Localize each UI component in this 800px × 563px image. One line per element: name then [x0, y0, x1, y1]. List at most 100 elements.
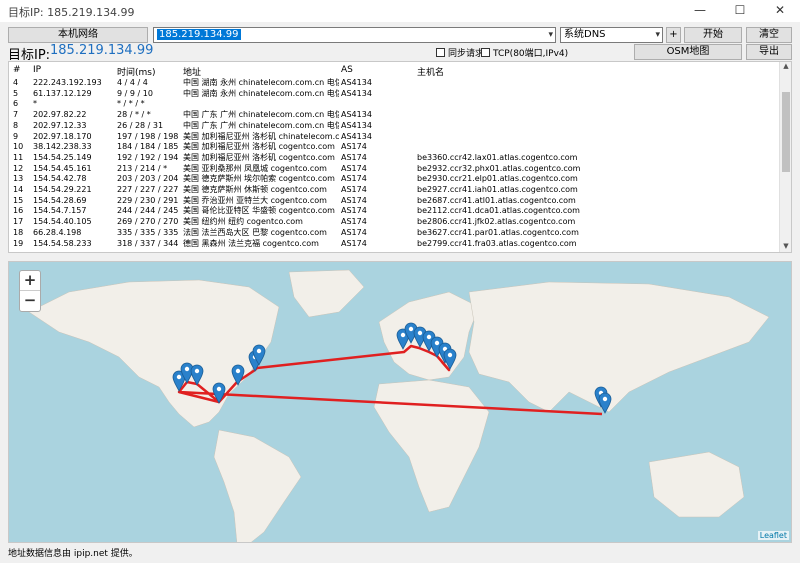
table-row[interactable]: 7 202.97.82.22 28 / * / * 中国 广东 广州 chinatel… [9, 110, 781, 121]
app-window: 目标IP: 185.219.134.99 — ☐ ✕ 本机网络 185.219.… [0, 0, 800, 563]
table-cell: 5 [13, 88, 19, 98]
scroll-thumb[interactable] [782, 92, 790, 172]
table-row[interactable]: 17 154.54.40.105 269 / 270 / 270 美国 纽约州 纽约 … [9, 217, 781, 228]
column-header[interactable]: 地址 [183, 65, 201, 78]
landmass-australia [648, 451, 745, 518]
table-cell: AS4134 [341, 110, 372, 120]
table-cell: 10 [13, 142, 24, 152]
table-scrollbar[interactable]: ▲ ▼ [779, 62, 791, 252]
column-header[interactable]: # [13, 65, 21, 75]
table-cell: 66.28.4.198 [33, 227, 82, 237]
table-cell: 192 / 192 / 194 [117, 152, 179, 162]
table-cell: 8 [13, 120, 19, 130]
map-marker-icon[interactable] [190, 364, 204, 386]
table-cell: 15 [13, 195, 24, 205]
table-cell: 202.97.82.22 [33, 110, 87, 120]
table-row[interactable]: 18 66.28.4.198 335 / 335 / 335 法国 法兰西岛大区 巴黎… [9, 228, 781, 239]
add-button[interactable]: + [666, 27, 681, 43]
landmass-asia [468, 281, 770, 413]
minimize-button[interactable]: — [680, 0, 720, 22]
zoom-in-button[interactable]: + [20, 271, 40, 291]
table-row[interactable]: 5 61.137.12.129 9 / 9 / 10 中国 湖南 永州 chinate… [9, 89, 781, 100]
table-cell: AS174 [341, 238, 367, 248]
table-row[interactable]: 6 * * / * / * [9, 99, 781, 110]
scroll-up-icon[interactable]: ▲ [780, 62, 791, 72]
map-marker-icon[interactable] [231, 364, 245, 386]
table-row[interactable]: 14 154.54.29.221 227 / 227 / 227 美国 德克萨斯州 休… [9, 185, 781, 196]
ip-input[interactable]: 185.219.134.99 ▾ [153, 27, 556, 43]
table-cell: AS174 [341, 174, 367, 184]
start-button[interactable]: 开始 [684, 27, 742, 43]
column-header[interactable]: AS [341, 65, 353, 75]
column-header[interactable]: IP [33, 65, 41, 75]
table-row[interactable]: 13 154.54.42.78 203 / 203 / 204 美国 德克萨斯州 埃尔… [9, 174, 781, 185]
chevron-down-icon[interactable]: ▾ [655, 28, 660, 42]
table-cell: 中国 广东 广州 chinatelecom.com.cn 电信 [183, 120, 339, 130]
table-cell: 美国 德克萨斯州 休斯顿 cogentco.com [183, 185, 327, 194]
table-cell: * / * / * [117, 99, 145, 109]
table-row[interactable]: 11 154.54.25.149 192 / 192 / 194 美国 加利福尼亚州 … [9, 153, 781, 164]
table-cell: AS4134 [341, 131, 372, 141]
table-cell: AS174 [341, 163, 367, 173]
table-cell: 美国 乔治亚州 亚特兰大 cogentco.com [183, 195, 327, 205]
scroll-down-icon[interactable]: ▼ [780, 242, 791, 252]
checkbox-box[interactable] [436, 48, 445, 57]
title-bar: 目标IP: 185.219.134.99 — ☐ ✕ [0, 0, 800, 22]
table-cell: 中国 湖南 永州 chinatelecom.com.cn 电信 [183, 88, 339, 98]
sync-request-checkbox[interactable]: 同步请求 [436, 46, 484, 59]
map-marker-icon[interactable] [252, 344, 266, 366]
table-row[interactable]: 10 38.142.238.33 184 / 184 / 185 美国 加利福尼亚州 … [9, 142, 781, 153]
table-cell: 7 [13, 110, 19, 120]
table-row[interactable]: 4 222.243.192.193 4 / 4 / 4 中国 湖南 永州 chinat… [9, 78, 781, 89]
chevron-down-icon[interactable]: ▾ [548, 28, 553, 42]
dns-select-value: 系统DNS [564, 29, 606, 40]
table-cell: AS174 [341, 195, 367, 205]
zoom-control: + − [19, 270, 41, 312]
map-attribution[interactable]: Leaflet [757, 531, 789, 540]
table-row[interactable]: 9 202.97.18.170 197 / 198 / 198 美国 加利福尼亚州 洛… [9, 132, 781, 143]
table-row[interactable]: 19 154.54.58.233 318 / 337 / 344 德国 黑森州 法兰克… [9, 239, 781, 250]
osm-map-button[interactable]: OSM地图 [634, 44, 742, 60]
table-cell: 154.54.7.157 [33, 206, 87, 216]
table-cell: 222.243.192.193 [33, 78, 102, 87]
table-cell: AS174 [341, 227, 367, 237]
table-row[interactable]: 15 154.54.28.69 229 / 230 / 291 美国 乔治亚州 亚特兰… [9, 196, 781, 207]
map-marker-icon[interactable] [598, 392, 612, 414]
column-header[interactable]: 时间(ms) [117, 65, 155, 78]
map-marker-icon[interactable] [443, 348, 457, 370]
column-header[interactable]: 主机名 [417, 65, 444, 78]
maximize-button[interactable]: ☐ [720, 0, 760, 22]
clear-button[interactable]: 清空 [746, 27, 792, 43]
table-cell: AS174 [341, 142, 367, 152]
table-row[interactable]: 12 154.54.45.161 213 / 214 / * 美国 亚利桑那州 凤凰城… [9, 164, 781, 175]
trace-table: # IP 时间(ms) 地址 AS 主机名 4 222.243.192.193 4 / 4 /… [8, 61, 792, 253]
landmass-north-america [28, 279, 280, 428]
dns-select[interactable]: 系统DNS ▾ [560, 27, 663, 43]
table-cell: 12 [13, 163, 24, 173]
target-ip: 185.219.134.99 [50, 43, 154, 58]
table-cell: 244 / 244 / 245 [117, 206, 179, 216]
tcp-mode-checkbox[interactable]: TCP(80端口,IPv4) [481, 46, 568, 59]
table-cell: be2927.ccr41.iah01.atlas.cogentco.com [417, 185, 578, 194]
table-cell: be3360.ccr42.lax01.atlas.cogentco.com [417, 152, 578, 162]
table-cell: 154.54.29.221 [33, 185, 92, 194]
table-cell: 4 [13, 78, 19, 87]
zoom-out-button[interactable]: − [20, 291, 40, 311]
table-cell: be2687.ccr41.atl01.atlas.cogentco.com [417, 195, 576, 205]
export-button[interactable]: 导出 [746, 44, 792, 60]
table-row[interactable]: 16 154.54.7.157 244 / 244 / 245 美国 哥伦比亚特区 华… [9, 206, 781, 217]
table-cell: 213 / 214 / * [117, 163, 168, 173]
route-map[interactable]: + − Leaflet [8, 261, 792, 543]
close-button[interactable]: ✕ [760, 0, 800, 22]
checkbox-box[interactable] [481, 48, 490, 57]
table-row[interactable]: 8 202.97.12.33 26 / 28 / 31 中国 广东 广州 chinat… [9, 121, 781, 132]
table-cell: be2930.ccr21.elp01.atlas.cogentco.com [417, 174, 578, 184]
table-cell: AS174 [341, 152, 367, 162]
table-cell: 26 / 28 / 31 [117, 120, 164, 130]
map-marker-icon[interactable] [212, 382, 226, 404]
local-network-button[interactable]: 本机网络 [8, 27, 148, 43]
table-cell: 269 / 270 / 270 [117, 217, 179, 227]
table-cell: 154.54.58.233 [33, 238, 92, 248]
table-cell: 6 [13, 99, 19, 109]
table-cell: AS4134 [341, 88, 372, 98]
